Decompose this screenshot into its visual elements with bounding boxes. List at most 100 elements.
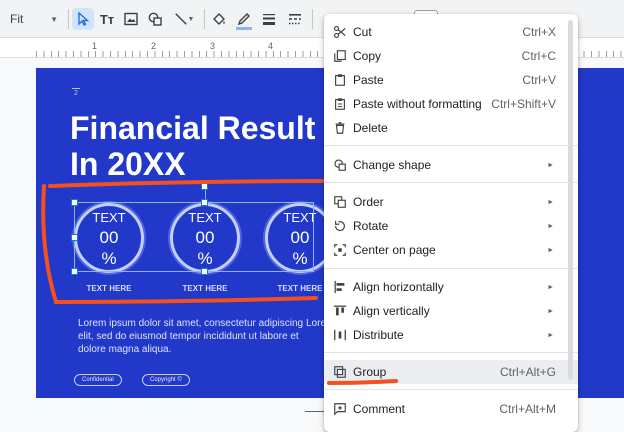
resize-handle[interactable] bbox=[71, 199, 78, 206]
image-button[interactable] bbox=[120, 8, 142, 30]
menu-divider bbox=[324, 352, 578, 353]
menu-divider bbox=[324, 389, 578, 390]
change-shape-icon bbox=[334, 159, 346, 171]
border-dash-button[interactable] bbox=[284, 8, 306, 30]
context-menu: Cut Ctrl+X Copy Ctrl+C Paste Ctrl+V Past… bbox=[324, 14, 578, 432]
menu-divider bbox=[324, 145, 578, 146]
menu-item-label: Group bbox=[353, 365, 387, 379]
shape-icon bbox=[148, 12, 162, 26]
menu-scrollbar[interactable] bbox=[568, 20, 573, 380]
circle-label: TEXT HERE bbox=[182, 284, 228, 293]
line-icon bbox=[174, 13, 187, 25]
zoom-value: Fit bbox=[10, 12, 24, 26]
circle-label: TEXT HERE bbox=[86, 284, 132, 293]
line-button[interactable]: ▼ bbox=[168, 8, 200, 30]
menu-item-shortcut: Ctrl+Alt+M bbox=[499, 402, 556, 416]
menu-item-label: Cut bbox=[353, 25, 372, 39]
submenu-arrow-icon: ► bbox=[547, 246, 554, 254]
select-tool-button[interactable] bbox=[72, 8, 94, 30]
menu-item-label: Comment bbox=[353, 402, 406, 416]
border-color-swatch bbox=[236, 27, 252, 30]
menu-item-group[interactable]: Group Ctrl+Alt+G bbox=[324, 360, 578, 384]
border-dash-icon bbox=[289, 14, 301, 25]
menu-item-label: Align vertically bbox=[353, 304, 430, 318]
menu-item-label: Order bbox=[353, 195, 384, 209]
text-box-icon: Tт bbox=[99, 11, 115, 27]
border-weight-button[interactable] bbox=[258, 8, 280, 30]
image-icon bbox=[124, 12, 138, 26]
text-box-button[interactable]: Tт bbox=[96, 8, 118, 30]
menu-divider bbox=[324, 182, 578, 183]
chevron-down-icon: ▼ bbox=[50, 14, 58, 24]
border-color-icon bbox=[237, 13, 250, 26]
menu-item-rotate[interactable]: Rotate ► bbox=[324, 214, 578, 238]
slide-title[interactable]: Financial Result In 20XX bbox=[70, 110, 315, 182]
center-icon bbox=[334, 244, 346, 256]
menu-item-label: Align horizontally bbox=[353, 280, 444, 294]
toolbar-divider bbox=[312, 9, 313, 29]
menu-item-order[interactable]: Order ► bbox=[324, 190, 578, 214]
align-vertical-icon bbox=[333, 305, 347, 316]
resize-handle[interactable] bbox=[71, 234, 78, 241]
menu-item-shortcut: Ctrl+C bbox=[521, 49, 556, 63]
menu-item-label: Center on page bbox=[353, 243, 436, 257]
border-weight-icon bbox=[263, 14, 275, 25]
menu-item-copy[interactable]: Copy Ctrl+C bbox=[324, 44, 578, 68]
submenu-arrow-icon: ► bbox=[547, 307, 554, 315]
body-text-2[interactable]: Lore bbox=[306, 317, 326, 330]
distribute-icon bbox=[334, 329, 346, 341]
copyright-pill: Copyright © bbox=[142, 374, 190, 386]
menu-item-label: Copy bbox=[353, 49, 382, 63]
ruler-number: 1 bbox=[92, 41, 98, 51]
menu-item-center-on-page[interactable]: Center on page ► bbox=[324, 238, 578, 262]
fill-color-icon bbox=[213, 13, 225, 25]
body-text[interactable]: Lorem ipsum dolor sit amet, consectetur … bbox=[78, 317, 308, 356]
ruler-number: 3 bbox=[210, 41, 216, 51]
slides-editor: Fit ▼ Tт ▼ 1 2 3 4 2 Financial Result In… bbox=[0, 0, 624, 432]
resize-handle[interactable] bbox=[71, 268, 78, 275]
fill-color-button[interactable] bbox=[208, 8, 230, 30]
menu-item-paste-without-formatting[interactable]: Paste without formatting Ctrl+Shift+V bbox=[324, 92, 578, 116]
shape-button[interactable] bbox=[144, 8, 166, 30]
menu-item-cut[interactable]: Cut Ctrl+X bbox=[324, 20, 578, 44]
menu-item-label: Delete bbox=[353, 121, 388, 135]
chevron-down-icon: ▼ bbox=[187, 15, 195, 23]
group-icon bbox=[334, 366, 346, 378]
submenu-arrow-icon: ► bbox=[547, 161, 554, 169]
menu-item-distribute[interactable]: Distribute ► bbox=[324, 323, 578, 347]
paste-plain-icon bbox=[335, 98, 345, 110]
menu-item-paste[interactable]: Paste Ctrl+V bbox=[324, 68, 578, 92]
copy-icon bbox=[334, 50, 346, 62]
menu-divider bbox=[324, 268, 578, 269]
menu-item-label: Change shape bbox=[353, 158, 432, 172]
submenu-arrow-icon: ► bbox=[547, 331, 554, 339]
align-horizontal-icon bbox=[334, 280, 345, 294]
menu-item-shortcut: Ctrl+X bbox=[522, 25, 556, 39]
rotate-icon bbox=[335, 220, 345, 232]
title-line-1: Financial Result bbox=[70, 110, 316, 146]
menu-item-shortcut: Ctrl+V bbox=[522, 73, 556, 87]
menu-item-change-shape[interactable]: Change shape ► bbox=[324, 153, 578, 177]
divider bbox=[305, 411, 325, 412]
select-tool-icon bbox=[78, 11, 90, 26]
menu-item-label: Distribute bbox=[353, 328, 404, 342]
menu-item-align-horizontally[interactable]: Align horizontally ► bbox=[324, 275, 578, 299]
paste-icon bbox=[335, 74, 345, 86]
resize-handle[interactable] bbox=[201, 268, 208, 275]
menu-item-delete[interactable]: Delete bbox=[324, 116, 578, 140]
slide-number: 2 bbox=[72, 88, 80, 97]
title-line-2: In 20XX bbox=[70, 146, 186, 182]
rotate-handle[interactable] bbox=[201, 183, 208, 190]
zoom-select[interactable]: Fit ▼ bbox=[6, 9, 62, 29]
toolbar-divider bbox=[204, 9, 205, 29]
menu-item-label: Paste bbox=[353, 73, 384, 87]
menu-item-label: Paste without formatting bbox=[353, 97, 482, 111]
menu-item-shortcut: Ctrl+Shift+V bbox=[491, 97, 556, 111]
resize-handle[interactable] bbox=[201, 199, 208, 206]
comment-icon bbox=[334, 403, 346, 416]
menu-item-align-vertically[interactable]: Align vertically ► bbox=[324, 299, 578, 323]
menu-item-comment[interactable]: Comment Ctrl+Alt+M bbox=[324, 397, 578, 421]
cut-icon bbox=[334, 26, 346, 38]
selection-box bbox=[74, 202, 314, 272]
submenu-arrow-icon: ► bbox=[547, 283, 554, 291]
